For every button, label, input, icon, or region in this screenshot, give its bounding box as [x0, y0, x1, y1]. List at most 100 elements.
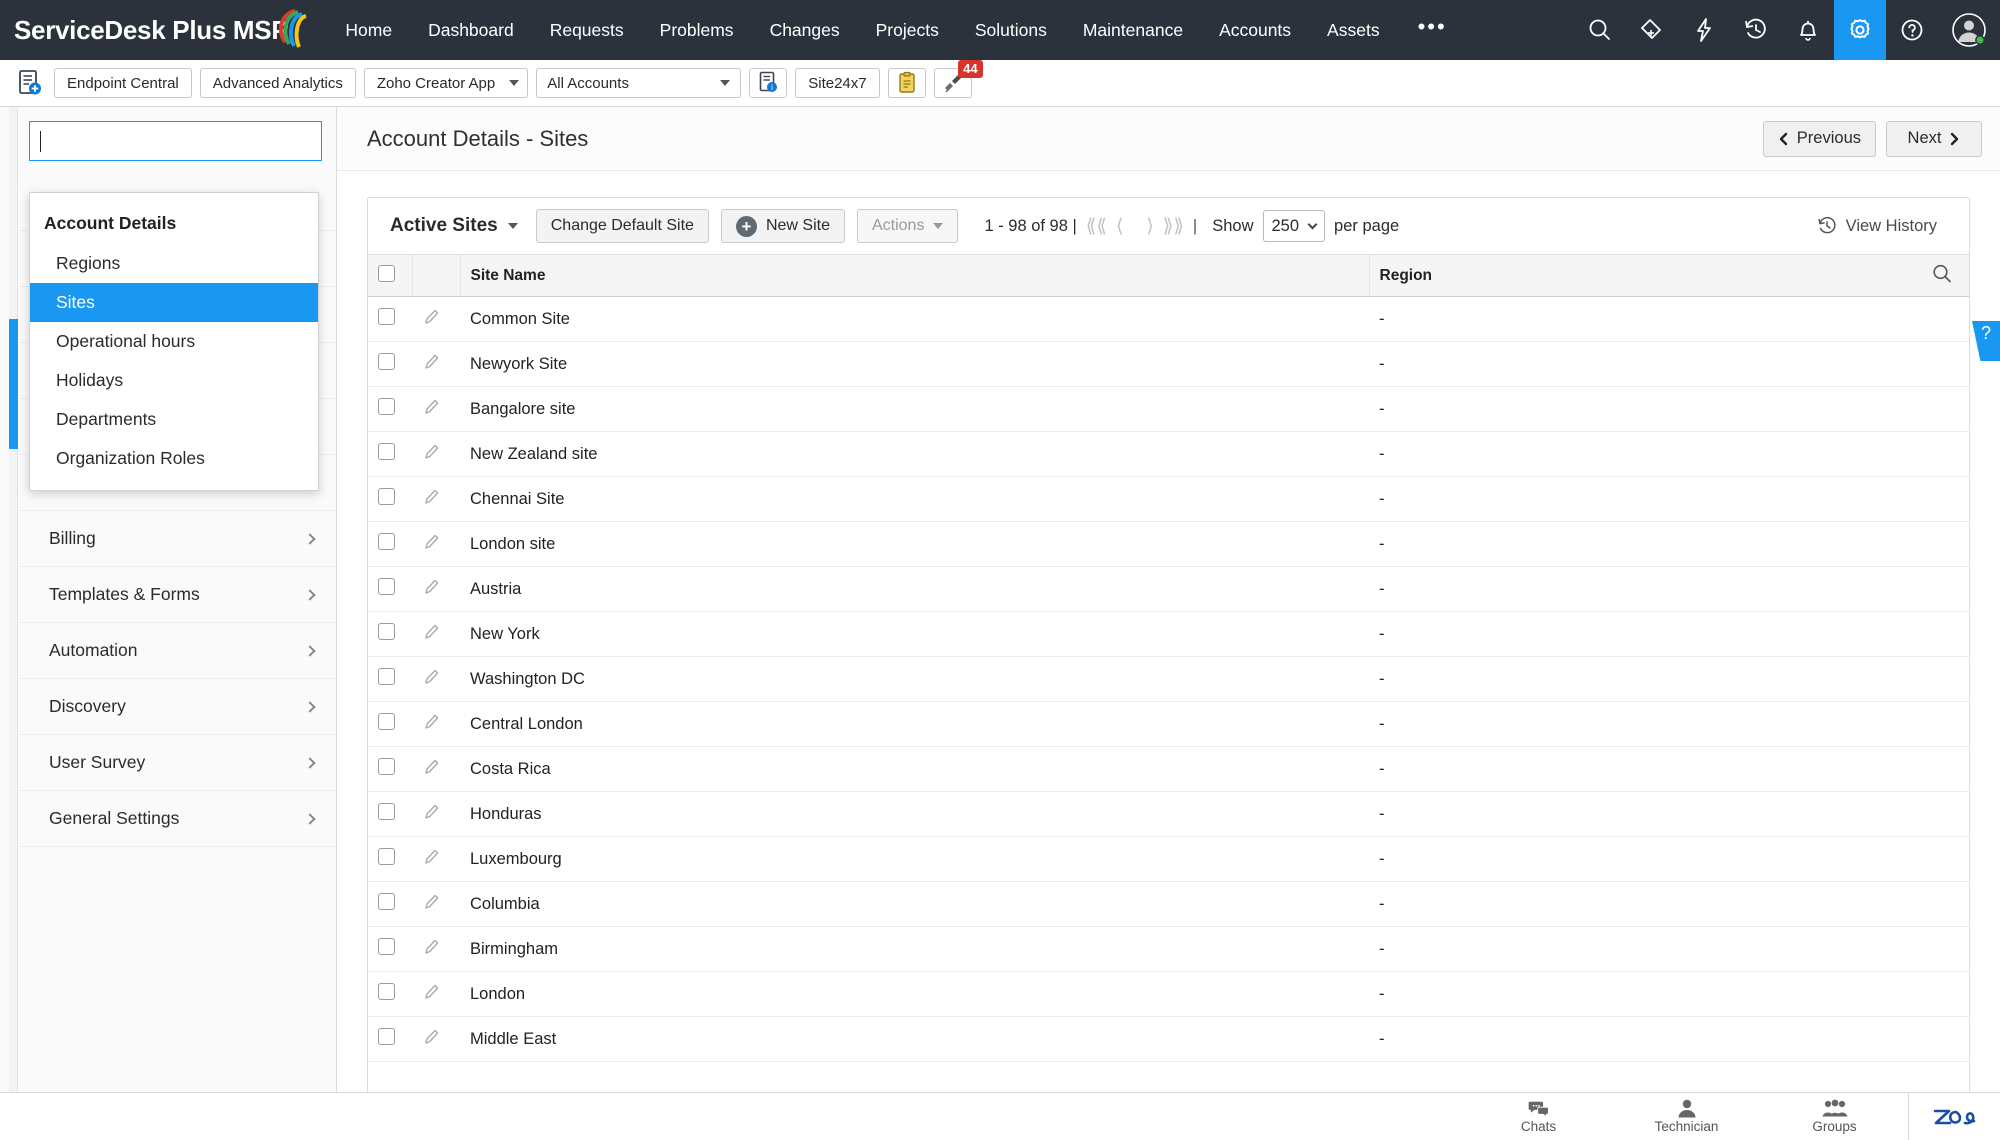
row-checkbox[interactable]: [378, 308, 395, 325]
table-row[interactable]: Costa Rica-: [368, 747, 1969, 792]
table-row[interactable]: Washington DC-: [368, 657, 1969, 702]
edit-pencil-icon[interactable]: [422, 622, 442, 647]
cell-site-name[interactable]: New York: [460, 612, 1369, 657]
view-selector[interactable]: Active Sites: [390, 215, 518, 237]
table-row[interactable]: Luxembourg-: [368, 837, 1969, 882]
help-icon[interactable]: [1886, 0, 1938, 60]
nav-item-assets[interactable]: Assets: [1309, 0, 1398, 60]
accounts-select[interactable]: All Accounts: [536, 68, 741, 98]
cell-site-name[interactable]: Bangalore site: [460, 387, 1369, 432]
cell-site-name[interactable]: London: [460, 972, 1369, 1017]
nav-item-problems[interactable]: Problems: [642, 0, 752, 60]
zoho-creator-app-dropdown[interactable]: Zoho Creator App: [364, 68, 528, 98]
nav-item-changes[interactable]: Changes: [752, 0, 858, 60]
cell-site-name[interactable]: Middle East: [460, 1017, 1369, 1062]
edit-pencil-icon[interactable]: [422, 712, 442, 737]
row-checkbox[interactable]: [378, 983, 395, 1000]
sidebar-scrollbar-track[interactable]: [9, 107, 18, 1140]
next-button[interactable]: Next: [1886, 121, 1982, 157]
change-default-site-button[interactable]: Change Default Site: [536, 209, 709, 243]
row-checkbox[interactable]: [378, 488, 395, 505]
edit-pencil-icon[interactable]: [422, 847, 442, 872]
first-page-button[interactable]: ⟪⟪: [1086, 215, 1107, 238]
cell-site-name[interactable]: Columbia: [460, 882, 1369, 927]
cell-site-name[interactable]: Luxembourg: [460, 837, 1369, 882]
nav-item-projects[interactable]: Projects: [858, 0, 957, 60]
page-size-select[interactable]: 250: [1263, 210, 1326, 242]
quick-actions-icon[interactable]: [1678, 0, 1730, 60]
edit-pencil-icon[interactable]: [422, 442, 442, 467]
announcement-icon[interactable]: 44: [934, 68, 972, 98]
cell-site-name[interactable]: Honduras: [460, 792, 1369, 837]
sidebar-search-input[interactable]: [29, 121, 322, 161]
dropdown-item-sites[interactable]: Sites: [30, 283, 318, 322]
new-ticket-icon[interactable]: [1626, 0, 1678, 60]
sidebar-item-automation[interactable]: Automation: [19, 623, 336, 679]
advanced-analytics-button[interactable]: Advanced Analytics: [200, 68, 356, 98]
prev-page-button[interactable]: ⟨: [1116, 215, 1123, 238]
edit-pencil-icon[interactable]: [422, 982, 442, 1007]
table-row[interactable]: Common Site-: [368, 297, 1969, 342]
bottom-item-chats[interactable]: Chats: [1464, 1093, 1612, 1140]
nav-item-dashboard[interactable]: Dashboard: [410, 0, 532, 60]
table-row[interactable]: New York-: [368, 612, 1969, 657]
row-checkbox[interactable]: [378, 938, 395, 955]
column-search-icon[interactable]: [1931, 262, 1953, 289]
row-checkbox[interactable]: [378, 443, 395, 460]
sidebar-item-general-settings[interactable]: General Settings: [19, 791, 336, 847]
sidebar-item-user-survey[interactable]: User Survey: [19, 735, 336, 791]
dropdown-item-regions[interactable]: Regions: [30, 244, 318, 283]
table-row[interactable]: Birmingham-: [368, 927, 1969, 972]
nav-item-requests[interactable]: Requests: [532, 0, 642, 60]
row-checkbox[interactable]: [378, 578, 395, 595]
row-checkbox[interactable]: [378, 533, 395, 550]
cell-site-name[interactable]: Costa Rica: [460, 747, 1369, 792]
cell-site-name[interactable]: Birmingham: [460, 927, 1369, 972]
search-icon[interactable]: [1574, 0, 1626, 60]
zoho-logo[interactable]: [1908, 1093, 2000, 1140]
next-page-button[interactable]: ⟩: [1146, 215, 1153, 238]
table-row[interactable]: Central London-: [368, 702, 1969, 747]
sidebar-scrollbar-thumb[interactable]: [9, 319, 18, 449]
edit-pencil-icon[interactable]: [422, 757, 442, 782]
table-row[interactable]: Honduras-: [368, 792, 1969, 837]
table-row[interactable]: Columbia-: [368, 882, 1969, 927]
row-checkbox[interactable]: [378, 893, 395, 910]
site24x7-button[interactable]: Site24x7: [795, 68, 879, 98]
cell-site-name[interactable]: Chennai Site: [460, 477, 1369, 522]
row-checkbox[interactable]: [378, 848, 395, 865]
edit-pencil-icon[interactable]: [422, 397, 442, 422]
nav-item-home[interactable]: Home: [327, 0, 410, 60]
nav-item-accounts[interactable]: Accounts: [1201, 0, 1309, 60]
edit-pencil-icon[interactable]: [422, 352, 442, 377]
table-row[interactable]: London site-: [368, 522, 1969, 567]
nav-item-solutions[interactable]: Solutions: [957, 0, 1065, 60]
bottom-item-groups[interactable]: Groups: [1760, 1093, 1908, 1140]
history-icon[interactable]: [1730, 0, 1782, 60]
new-site-button[interactable]: + New Site: [721, 209, 845, 243]
table-row[interactable]: London-: [368, 972, 1969, 1017]
sidebar-item-discovery[interactable]: Discovery: [19, 679, 336, 735]
dropdown-item-departments[interactable]: Departments: [30, 400, 318, 439]
row-checkbox[interactable]: [378, 803, 395, 820]
edit-pencil-icon[interactable]: [422, 487, 442, 512]
new-request-icon[interactable]: [14, 68, 46, 98]
cell-site-name[interactable]: New Zealand site: [460, 432, 1369, 477]
column-header-site-name[interactable]: Site Name: [460, 255, 1369, 297]
table-row[interactable]: Newyork Site-: [368, 342, 1969, 387]
column-header-region[interactable]: Region: [1369, 255, 1969, 297]
table-row[interactable]: Middle East-: [368, 1017, 1969, 1062]
dropdown-item-operational-hours[interactable]: Operational hours: [30, 322, 318, 361]
user-avatar[interactable]: [1938, 0, 2000, 60]
cell-site-name[interactable]: Central London: [460, 702, 1369, 747]
cell-site-name[interactable]: Washington DC: [460, 657, 1369, 702]
row-checkbox[interactable]: [378, 353, 395, 370]
cell-site-name[interactable]: London site: [460, 522, 1369, 567]
row-checkbox[interactable]: [378, 1028, 395, 1045]
row-checkbox[interactable]: [378, 713, 395, 730]
table-row[interactable]: Austria-: [368, 567, 1969, 612]
sidebar-item-templates-forms[interactable]: Templates & Forms: [19, 567, 336, 623]
select-all-checkbox[interactable]: [378, 265, 395, 282]
app-logo[interactable]: ServiceDesk Plus MSP: [0, 12, 327, 48]
row-checkbox[interactable]: [378, 623, 395, 640]
